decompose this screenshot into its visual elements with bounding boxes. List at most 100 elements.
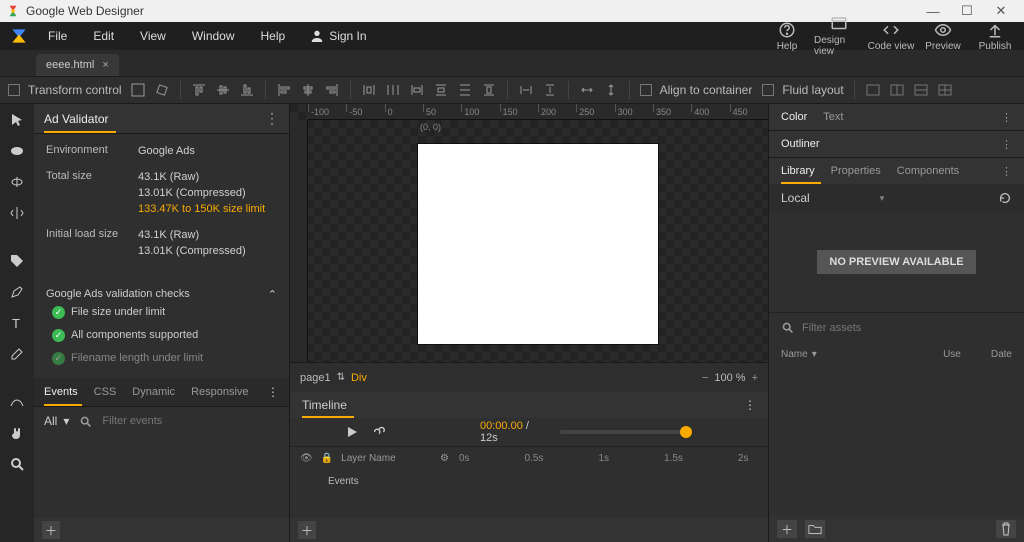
library-menu-icon[interactable]: ⋮	[1001, 165, 1012, 178]
design-view-button[interactable]: Design view	[814, 15, 864, 57]
menu-file[interactable]: File	[36, 29, 79, 43]
motion-path-tool[interactable]	[7, 392, 27, 412]
pen-tool[interactable]	[7, 282, 27, 302]
timeline-row[interactable]: Events	[290, 470, 768, 492]
hand-tool[interactable]	[7, 423, 27, 443]
distribute-v2-icon[interactable]	[457, 82, 473, 98]
loop-button[interactable]	[372, 426, 386, 438]
menu-help[interactable]: Help	[249, 29, 298, 43]
align-left-icon[interactable]	[276, 82, 292, 98]
publish-button[interactable]: Publish	[970, 21, 1020, 52]
align-top-icon[interactable]	[191, 82, 207, 98]
add-asset-button[interactable]: ＋	[777, 520, 797, 538]
align-toolbar: Transform control Align to container	[0, 76, 1024, 104]
breadcrumb-div[interactable]: Div	[351, 372, 367, 384]
file-tab[interactable]: eeee.html ×	[36, 54, 119, 76]
distribute-h2-icon[interactable]	[385, 82, 401, 98]
asset-filter-input[interactable]	[802, 322, 1012, 334]
spacing-h-icon[interactable]	[518, 82, 534, 98]
distribute-v3-icon[interactable]	[481, 82, 497, 98]
visibility-icon[interactable]: 👁	[300, 453, 313, 464]
menu-view[interactable]: View	[128, 29, 178, 43]
flip-tool[interactable]	[7, 203, 27, 223]
col-use[interactable]: Use	[943, 349, 961, 360]
align-right-icon[interactable]	[324, 82, 340, 98]
play-button[interactable]	[346, 426, 358, 438]
zoom-in-button[interactable]: +	[752, 372, 758, 384]
tab-color[interactable]: Color	[781, 111, 807, 123]
responsive-4-icon[interactable]	[937, 82, 953, 98]
tag-tool[interactable]	[7, 251, 27, 271]
preview-button[interactable]: Preview	[918, 21, 968, 52]
text-tool[interactable]: T	[7, 313, 27, 333]
slider-knob[interactable]	[680, 426, 692, 438]
sign-in-button[interactable]: Sign In	[299, 28, 376, 44]
close-window-button[interactable]: ✕	[984, 3, 1018, 19]
code-view-button[interactable]: Code view	[866, 21, 916, 52]
transform-checkbox[interactable]	[8, 84, 20, 96]
zoom-tool[interactable]	[7, 454, 27, 474]
refresh-icon[interactable]	[998, 191, 1012, 205]
menu-window[interactable]: Window	[180, 29, 247, 43]
tab-components[interactable]: Components	[897, 165, 959, 177]
align-container-checkbox[interactable]	[640, 84, 652, 96]
color-menu-icon[interactable]: ⋮	[1001, 111, 1012, 124]
transform-corners-icon[interactable]	[130, 82, 146, 98]
paint-tool[interactable]	[7, 344, 27, 364]
tab-library[interactable]: Library	[781, 165, 815, 177]
checks-header[interactable]: Google Ads validation checks ⌃	[46, 288, 277, 301]
delete-asset-button[interactable]	[996, 520, 1016, 538]
tab-events[interactable]: Events	[44, 386, 78, 398]
tab-css[interactable]: CSS	[94, 386, 117, 398]
help-button[interactable]: Help	[762, 21, 812, 52]
left-lower-menu-icon[interactable]: ⋮	[267, 385, 279, 399]
add-layer-button[interactable]: ＋	[298, 521, 316, 539]
tab-responsive[interactable]: Responsive	[191, 386, 248, 398]
outliner-title[interactable]: Outliner	[781, 138, 820, 150]
ad-validator-menu-icon[interactable]: ⋮	[265, 110, 279, 127]
library-source-label[interactable]: Local	[781, 191, 810, 205]
responsive-1-icon[interactable]	[865, 82, 881, 98]
responsive-2-icon[interactable]	[889, 82, 905, 98]
col-date[interactable]: Date	[991, 349, 1012, 360]
minimize-button[interactable]: —	[916, 4, 950, 19]
match-height-icon[interactable]	[603, 82, 619, 98]
align-bottom-icon[interactable]	[239, 82, 255, 98]
timeline-menu-icon[interactable]: ⋮	[744, 398, 756, 412]
stage[interactable]	[418, 144, 658, 344]
tab-properties[interactable]: Properties	[831, 165, 881, 177]
tab-dynamic[interactable]: Dynamic	[132, 386, 175, 398]
close-tab-icon[interactable]: ×	[102, 59, 108, 71]
align-vcenter-icon[interactable]	[215, 82, 231, 98]
gear-icon[interactable]: ⚙	[440, 453, 449, 464]
ellipse-tool[interactable]	[7, 141, 27, 161]
distribute-h3-icon[interactable]	[409, 82, 425, 98]
fluid-layout-checkbox[interactable]	[762, 84, 774, 96]
align-hcenter-icon[interactable]	[300, 82, 316, 98]
timeline-zoom-slider[interactable]	[560, 430, 692, 434]
maximize-button[interactable]: ☐	[950, 3, 984, 19]
lock-icon[interactable]: 🔒	[321, 453, 333, 464]
page-selector[interactable]: page1 ⇅ Div	[300, 372, 367, 384]
new-folder-button[interactable]	[805, 520, 825, 538]
distribute-h1-icon[interactable]	[361, 82, 377, 98]
distribute-v1-icon[interactable]	[433, 82, 449, 98]
menu-edit[interactable]: Edit	[81, 29, 126, 43]
sort-desc-icon[interactable]: ▾	[812, 349, 817, 360]
canvas-viewport[interactable]: -100 -50 0 50 100 150 200 250 300 350 40…	[290, 104, 768, 362]
zoom-out-button[interactable]: −	[702, 372, 708, 384]
totalsize-label: Total size	[46, 170, 138, 218]
events-filter-input[interactable]	[102, 415, 279, 427]
events-filter-dropdown[interactable]: All ▾	[44, 414, 69, 428]
selection-tool[interactable]	[7, 110, 27, 130]
responsive-3-icon[interactable]	[913, 82, 929, 98]
add-event-button[interactable]: ＋	[42, 521, 60, 539]
tab-text[interactable]: Text	[823, 111, 843, 123]
col-name[interactable]: Name	[781, 349, 808, 360]
chevron-down-icon[interactable]: ▾	[880, 193, 885, 204]
outliner-menu-icon[interactable]: ⋮	[1001, 138, 1012, 151]
spacing-v-icon[interactable]	[542, 82, 558, 98]
transform-rotate-icon[interactable]	[154, 82, 170, 98]
3d-rotate-tool[interactable]	[7, 172, 27, 192]
match-width-icon[interactable]	[579, 82, 595, 98]
